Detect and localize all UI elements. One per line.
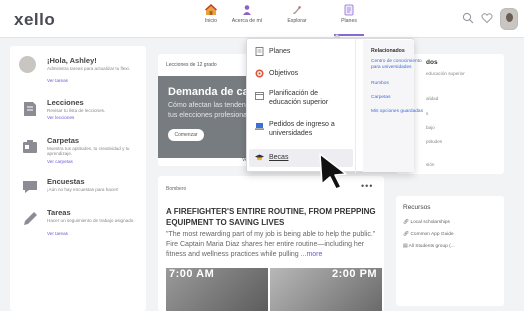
summary-line: sión [426, 162, 435, 167]
summary-line: ptitudes [426, 139, 443, 144]
menu-item-label: Pedidos de ingreso a universidades [269, 121, 335, 137]
graduation-cap-icon [255, 153, 264, 162]
nav-acerca-label: Acerca de mí [231, 18, 263, 24]
nav-planes-label: Planes [341, 18, 357, 24]
summary-line: s [426, 111, 429, 116]
person-icon [241, 4, 253, 16]
carpetas-sub: Muestra tus aptitudes, tu creatividad y … [47, 146, 130, 157]
nav-explorar-label: Explorar [287, 18, 307, 24]
resource-label: Local scholarships [410, 220, 450, 225]
tareas-title: Tareas [47, 208, 71, 217]
photo-time-2: 2:00 PM [332, 268, 378, 280]
lessons-heading: Lecciones de 12 grado [166, 62, 217, 68]
article-photo-2: 2:00 PM [270, 268, 382, 311]
resource-label: All Students group (... [408, 244, 455, 249]
menu-item-label: Planificación de educación superior [269, 90, 329, 106]
nav-inicio-label: Inicio [204, 18, 218, 24]
nav-acerca-de-mi[interactable]: Acerca de mí [230, 4, 264, 36]
start-lesson-button[interactable]: Comenzar [168, 129, 204, 141]
document-icon [255, 47, 264, 56]
related-link[interactable]: Mis opciones guardadas [371, 109, 423, 115]
avatar [19, 56, 36, 73]
search-icon[interactable] [462, 12, 474, 27]
read-more-link[interactable]: ...more [301, 251, 323, 258]
home-icon [205, 4, 217, 16]
laptop-icon [255, 122, 264, 131]
nav-inicio[interactable]: Inicio [196, 4, 226, 36]
xello-app: xello Inicio Acerca de mí Explorar Plane… [0, 0, 524, 311]
plan-document-icon [343, 4, 355, 16]
xello-logo[interactable]: xello [14, 10, 55, 30]
lecciones-sub: Revisar tu lista de lecciones. [47, 108, 106, 113]
resource-item[interactable]: 🔗︎ Local scholarships [403, 220, 450, 225]
resource-item[interactable]: ▤ All Students group (... [403, 244, 455, 249]
calendar-icon [255, 91, 264, 100]
nav-explorar[interactable]: Explorar [282, 4, 312, 36]
resource-label: Common App Guide [410, 232, 454, 237]
encuestas-title: Encuestas [47, 177, 85, 186]
chat-bubble-icon [20, 179, 40, 197]
photo-time-1: 7:00 AM [169, 268, 215, 280]
greeting-title: ¡Hola, Ashley! [47, 56, 97, 65]
related-link[interactable]: Carpetas [371, 95, 433, 101]
related-heading: Relacionados [371, 48, 405, 54]
article-body-text: "The most rewarding part of my job is be… [166, 231, 376, 258]
summary-line: bajo [426, 125, 435, 130]
menu-divider [355, 39, 356, 173]
article-source: Bombero [166, 186, 187, 192]
carpetas-link[interactable]: Ver carpetas [47, 159, 73, 164]
menu-item-label: Objetivos [269, 70, 299, 77]
tareas-link[interactable]: Ver tareas [47, 231, 68, 236]
mouse-cursor-icon [319, 153, 347, 190]
resources-title: Recursos [403, 204, 431, 211]
resources-card: Recursos 🔗︎ Local scholarships 🔗︎ Common… [396, 196, 504, 306]
related-links-panel: Relacionados Centro de conocimiento para… [361, 39, 423, 173]
target-icon [255, 69, 264, 78]
summary-line: educación superior [426, 71, 465, 76]
article-body: "The most rewarding part of my job is be… [166, 230, 380, 260]
more-options-button[interactable]: ••• [361, 181, 373, 191]
menu-item-pedidos[interactable]: Pedidos de ingreso a universidades [247, 120, 355, 144]
lecciones-link[interactable]: Ver lecciones [47, 115, 74, 120]
related-link[interactable]: Centro de conocimiento para universidade… [371, 59, 423, 70]
top-navigation-bar: xello Inicio Acerca de mí Explorar Plane… [0, 0, 524, 38]
menu-item-objetivos[interactable]: Objetivos [247, 67, 355, 91]
summary-title: dos [426, 59, 438, 66]
book-icon [20, 100, 40, 118]
heart-icon[interactable] [481, 12, 493, 27]
tareas-sub: Hacer un seguimiento de trabajo asignado… [47, 218, 135, 223]
pencil-icon [20, 210, 40, 228]
menu-item-planes[interactable]: Planes [247, 45, 355, 69]
sidebar: ¡Hola, Ashley! Administra tareas para ac… [10, 46, 146, 311]
rocket-icon [291, 4, 303, 16]
lecciones-title: Lecciones [47, 98, 84, 107]
menu-item-planificacion[interactable]: Planificación de educación superior [247, 89, 355, 113]
user-avatar[interactable] [500, 8, 518, 30]
carpetas-title: Carpetas [47, 136, 80, 145]
resource-item[interactable]: 🔗︎ Common App Guide [403, 232, 454, 237]
article-title[interactable]: A FIREFIGHTER'S ENTIRE ROUTINE, FROM PRE… [166, 206, 380, 228]
article-photo-1: 7:00 AM [166, 268, 268, 311]
nav-planes[interactable]: Planes [334, 4, 364, 36]
greeting-link[interactable]: Ver tareas [47, 78, 68, 83]
portfolio-icon [20, 138, 40, 156]
related-link[interactable]: Rumbos [371, 81, 433, 87]
greeting-sub: Administra tareas para actualizar tu fle… [47, 66, 130, 71]
encuestas-sub: ¡Aún no hay encuestas para hacer! [47, 187, 119, 192]
menu-item-label: Planes [269, 48, 291, 55]
article-card: Bombero ••• A FIREFIGHTER'S ENTIRE ROUTI… [158, 176, 384, 311]
